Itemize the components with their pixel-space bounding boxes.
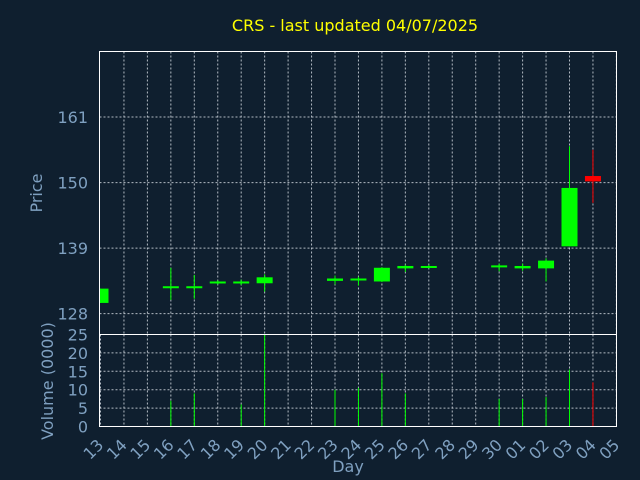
price-tick-label: 139 <box>57 239 88 258</box>
volume-tick-label: 25 <box>68 326 88 345</box>
candles <box>100 146 601 303</box>
candle-body <box>256 277 273 284</box>
volume-tick-label: 5 <box>78 399 88 418</box>
candle-body <box>561 187 578 247</box>
price-tick-label: 161 <box>57 108 88 127</box>
candle-body <box>420 265 437 268</box>
price-grid <box>99 51 617 335</box>
candle-body <box>514 265 531 269</box>
candle-body <box>350 278 367 281</box>
x-tick-label: 05 <box>595 435 623 463</box>
candle-body <box>162 286 179 289</box>
candle-body <box>233 281 250 284</box>
candle-body <box>327 278 343 281</box>
volume-tick-label: 10 <box>68 381 88 400</box>
candle-body <box>209 281 226 284</box>
candle-body <box>397 265 414 269</box>
volume-panel: 0510152025 Volume (0000) <box>38 322 617 440</box>
price-y-ticks: 128 139 150 161 <box>57 108 88 324</box>
candle-body <box>186 286 203 289</box>
price-panel: 128 139 150 161 Price <box>27 51 617 335</box>
candle-body <box>373 267 390 282</box>
price-axis-label: Price <box>27 173 46 212</box>
candle-body <box>491 265 508 268</box>
volume-y-ticks: 0510152025 <box>68 326 88 437</box>
chart-title: CRS - last updated 04/07/2025 <box>232 16 478 35</box>
candle-body <box>100 288 109 303</box>
volume-tick-label: 15 <box>68 362 88 381</box>
volume-axis-label: Volume (0000) <box>38 322 57 440</box>
price-tick-label: 150 <box>57 174 88 193</box>
price-tick-label: 128 <box>57 305 88 324</box>
volume-tick-label: 0 <box>78 418 88 437</box>
candle-body <box>584 176 601 182</box>
stock-chart: CRS - last updated 04/07/2025 1281391501… <box>27 16 623 476</box>
x-axis-label: Day <box>332 457 364 476</box>
volume-tick-label: 20 <box>68 344 88 363</box>
candle-body <box>538 260 555 269</box>
